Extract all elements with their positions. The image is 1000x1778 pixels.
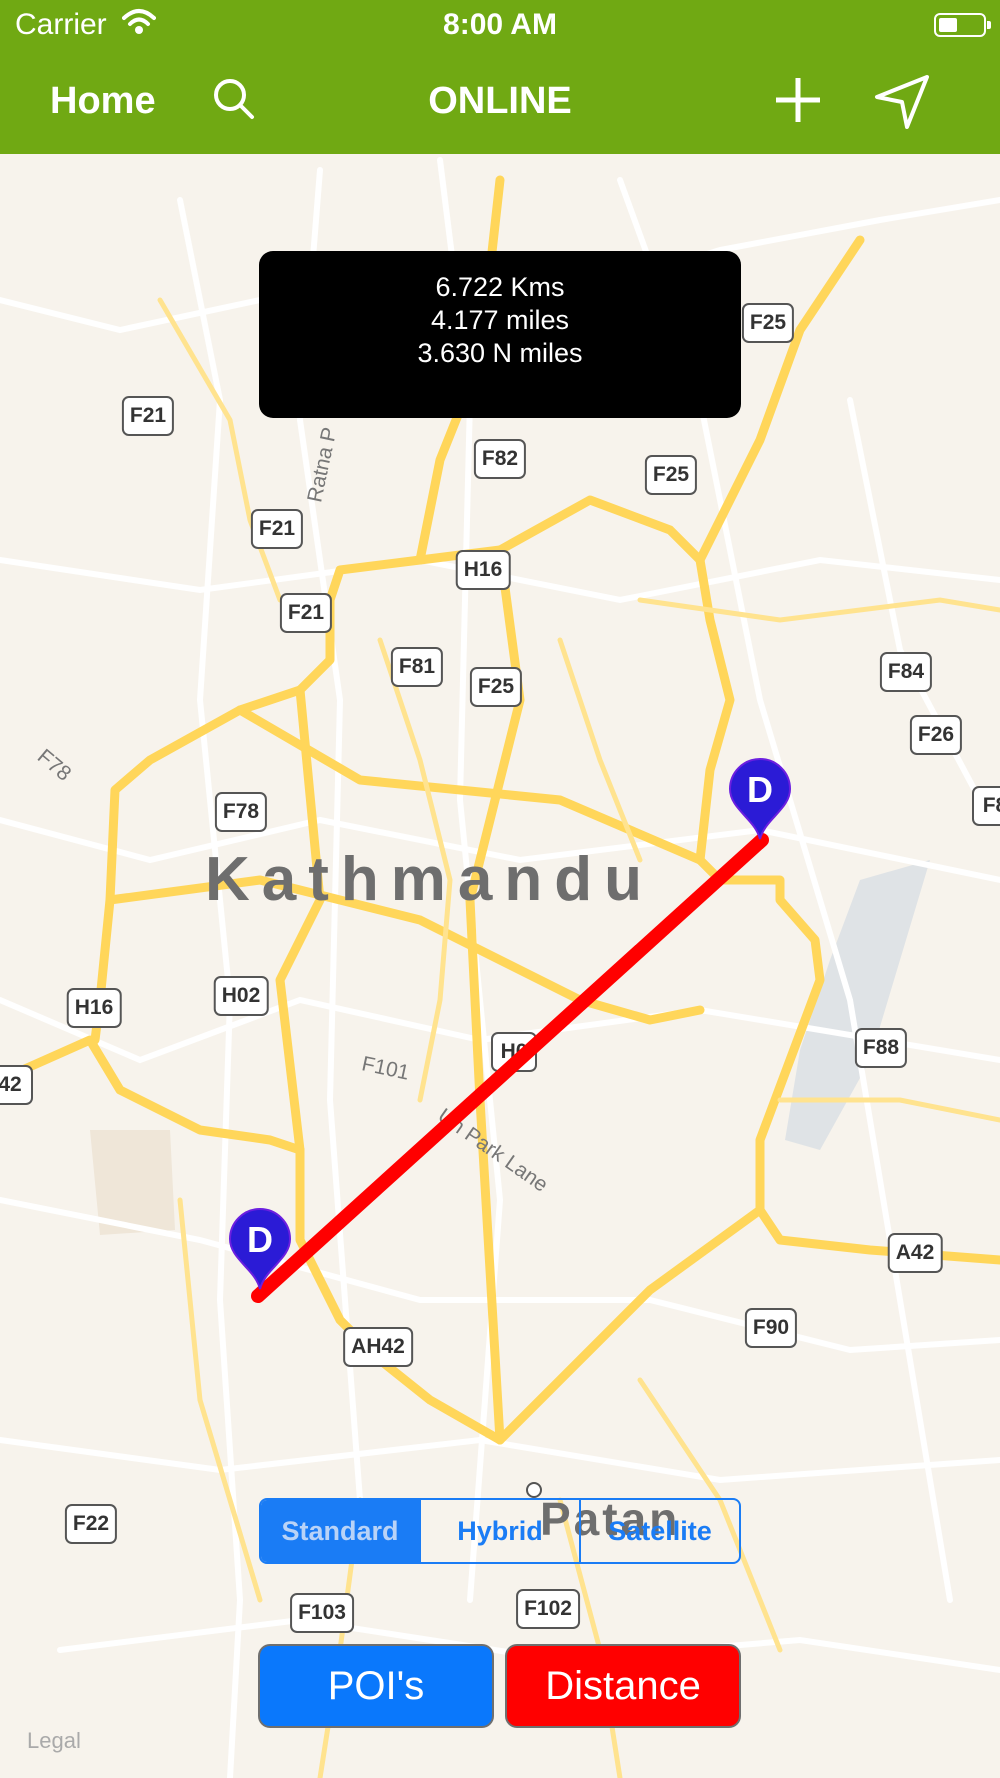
nav-bar: Home ONLINE — [0, 50, 1000, 154]
page-title: ONLINE — [428, 80, 572, 122]
distance-kms: 6.722 Kms — [435, 272, 565, 302]
road-shield: 42 — [0, 1065, 33, 1105]
map-type-segmented-control: Standard Hybrid Satellite — [259, 1498, 741, 1564]
road-shield: AH42 — [343, 1327, 413, 1367]
road-shield: F84 — [879, 652, 933, 692]
road-shield: H02 — [213, 976, 269, 1016]
road-shield: F90 — [744, 1308, 798, 1348]
road-shield: H16 — [455, 550, 511, 590]
map-type-satellite[interactable]: Satellite — [579, 1500, 739, 1562]
road-shield: F26 — [909, 715, 963, 755]
distance-overlay: 6.722 Kms 4.177 miles 3.630 N miles — [259, 251, 741, 418]
road-shield: H16 — [66, 988, 122, 1028]
road-shield: F103 — [290, 1593, 354, 1633]
road-shield: A42 — [887, 1233, 943, 1273]
location-arrow-icon[interactable] — [872, 72, 932, 137]
road-shield: F22 — [64, 1504, 118, 1544]
road-shield: F81 — [390, 647, 444, 687]
city-label-kathmandu: Kathmandu — [205, 845, 654, 914]
road-shield: H0 — [491, 1032, 537, 1072]
road-shield: F78 — [214, 792, 268, 832]
road-shield: F21 — [250, 509, 304, 549]
status-bar: Carrier 8:00 AM — [0, 0, 1000, 50]
pin-letter: D — [747, 769, 773, 810]
distance-nautical-miles: 3.630 N miles — [417, 338, 583, 368]
map-type-standard[interactable]: Standard — [261, 1500, 419, 1562]
road-shield: F8 — [972, 786, 1000, 826]
map-type-hybrid[interactable]: Hybrid — [419, 1500, 579, 1562]
road-shield: F82 — [473, 439, 527, 479]
clock: 8:00 AM — [443, 8, 557, 41]
distance-button[interactable]: Distance — [505, 1644, 741, 1728]
add-icon[interactable] — [770, 72, 826, 133]
distance-miles: 4.177 miles — [430, 305, 570, 335]
road-shield: F102 — [516, 1589, 580, 1629]
road-shield: F21 — [121, 396, 175, 436]
battery-icon — [934, 13, 991, 37]
pois-button[interactable]: POI's — [258, 1644, 494, 1728]
road-shield: F21 — [279, 593, 333, 633]
pin-letter: D — [247, 1219, 273, 1260]
road-shield: F25 — [644, 455, 698, 495]
road-shield: F25 — [741, 303, 795, 343]
road-shield: F25 — [469, 667, 523, 707]
legal-link[interactable]: Legal — [27, 1728, 81, 1754]
road-shield: F88 — [854, 1028, 908, 1068]
